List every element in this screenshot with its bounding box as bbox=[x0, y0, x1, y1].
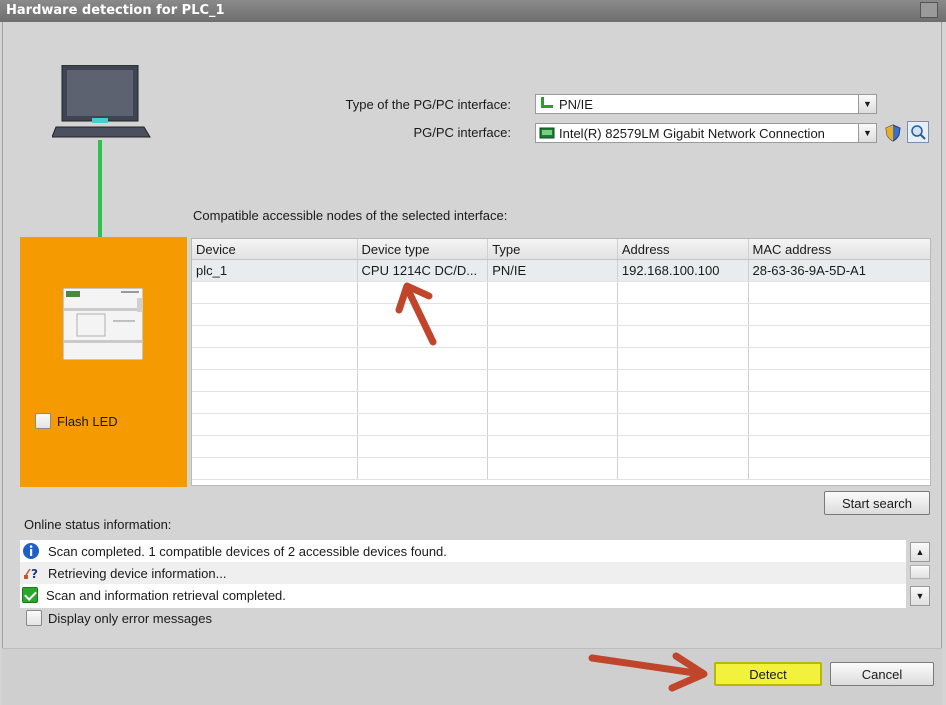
empty-row bbox=[192, 348, 930, 370]
accessible-nodes-table: Device Device type Type Address MAC addr… bbox=[191, 238, 931, 486]
column-header-type[interactable]: Type bbox=[488, 239, 618, 259]
empty-row bbox=[192, 392, 930, 414]
scroll-up-button[interactable]: ▲ bbox=[910, 542, 930, 562]
status-message: Scan completed. 1 compatible devices of … bbox=[20, 540, 906, 562]
start-search-label: Start search bbox=[841, 495, 913, 511]
scroll-down-button[interactable]: ▼ bbox=[910, 586, 930, 606]
only-errors-checkbox[interactable] bbox=[26, 610, 42, 626]
status-label: Online status information: bbox=[24, 517, 172, 532]
empty-row bbox=[192, 326, 930, 348]
pgpc-interface-value: Intel(R) 82579LM Gigabit Network Connect… bbox=[559, 125, 825, 141]
only-errors-option[interactable]: Display only error messages bbox=[26, 610, 212, 626]
status-message-text: Scan completed. 1 compatible devices of … bbox=[48, 543, 447, 559]
window-titlebar: Hardware detection for PLC_1 bbox=[0, 0, 946, 22]
annotation-arrow-icon bbox=[395, 282, 437, 346]
cell-type: PN/IE bbox=[488, 260, 618, 281]
pgpc-interface-label: PG/PC interface: bbox=[413, 125, 511, 140]
column-header-device-type[interactable]: Device type bbox=[358, 239, 489, 259]
cell-mac-address: 28-63-36-9A-5D-A1 bbox=[752, 263, 866, 278]
info-icon bbox=[23, 543, 39, 559]
flash-led-option[interactable]: Flash LED bbox=[35, 413, 118, 429]
empty-row bbox=[192, 436, 930, 458]
column-header-mac-address[interactable]: MAC address bbox=[749, 239, 930, 259]
table-header: Device Device type Type Address MAC addr… bbox=[192, 239, 930, 260]
interface-type-label: Type of the PG/PC interface: bbox=[345, 97, 511, 112]
svg-text:?: ? bbox=[31, 567, 38, 581]
nodes-label: Compatible accessible nodes of the selec… bbox=[193, 208, 508, 223]
cancel-label: Cancel bbox=[861, 666, 903, 682]
status-messages: Scan completed. 1 compatible devices of … bbox=[20, 540, 906, 608]
diagnostics-button[interactable] bbox=[907, 121, 929, 143]
status-message-text: Retrieving device information... bbox=[48, 565, 227, 581]
detect-button[interactable]: Detect bbox=[714, 662, 822, 686]
column-header-device[interactable]: Device bbox=[192, 239, 358, 259]
empty-row bbox=[192, 458, 930, 480]
cell-device-type: CPU 1214C DC/D... bbox=[358, 260, 489, 281]
magnifier-icon bbox=[911, 125, 926, 140]
flash-led-label: Flash LED bbox=[57, 413, 118, 429]
network-card-icon bbox=[539, 127, 555, 139]
close-window-button[interactable] bbox=[920, 2, 938, 18]
status-message: ? Retrieving device information... bbox=[20, 562, 906, 584]
retrieving-icon: ? bbox=[24, 567, 38, 581]
empty-row bbox=[192, 304, 930, 326]
detect-label: Detect bbox=[749, 666, 787, 682]
chevron-down-icon[interactable]: ▼ bbox=[858, 95, 876, 113]
only-errors-label: Display only error messages bbox=[48, 610, 213, 626]
pgpc-laptop-icon bbox=[52, 65, 151, 138]
table-row[interactable]: plc_1 CPU 1214C DC/D... PN/IE 192.168.10… bbox=[192, 260, 930, 282]
pn-ie-icon bbox=[541, 97, 553, 108]
device-panel bbox=[20, 237, 187, 487]
window-title: Hardware detection for PLC_1 bbox=[6, 3, 225, 18]
interface-type-select[interactable]: PN/IE ▼ bbox=[535, 94, 877, 114]
properties-shield-button[interactable] bbox=[882, 122, 904, 144]
cancel-button[interactable]: Cancel bbox=[830, 662, 934, 686]
empty-row bbox=[192, 282, 930, 304]
cell-address: 192.168.100.100 bbox=[618, 260, 749, 281]
status-message: Scan and information retrieval completed… bbox=[20, 584, 906, 606]
empty-row bbox=[192, 414, 930, 436]
pgpc-interface-select[interactable]: Intel(R) 82579LM Gigabit Network Connect… bbox=[535, 123, 877, 143]
plc-device-icon bbox=[63, 288, 143, 360]
status-message-text: Scan and information retrieval completed… bbox=[46, 587, 286, 603]
annotation-arrow-icon bbox=[588, 652, 708, 692]
check-icon bbox=[22, 587, 38, 603]
cell-device: plc_1 bbox=[192, 260, 358, 281]
start-search-button[interactable]: Start search bbox=[824, 491, 930, 515]
interface-type-value: PN/IE bbox=[559, 96, 593, 112]
chevron-down-icon[interactable]: ▼ bbox=[858, 124, 876, 142]
column-header-address[interactable]: Address bbox=[618, 239, 749, 259]
flash-led-checkbox[interactable] bbox=[35, 413, 51, 429]
scrollbar-thumb[interactable] bbox=[910, 565, 930, 579]
shield-icon bbox=[885, 124, 901, 142]
empty-row bbox=[192, 370, 930, 392]
